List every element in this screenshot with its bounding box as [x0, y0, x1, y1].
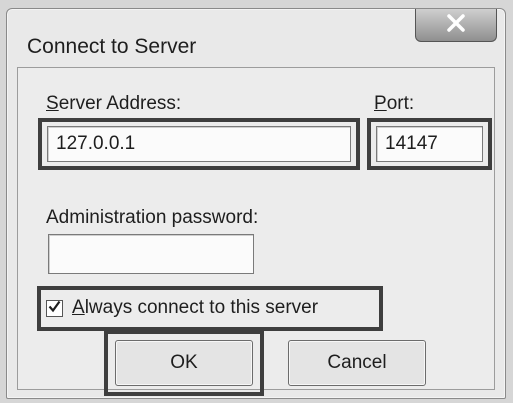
dialog-body: Server Address: 127.0.0.1 Port: 14147 Ad… [17, 67, 495, 396]
server-address-value: 127.0.0.1 [56, 133, 136, 154]
ok-button[interactable]: OK [115, 340, 253, 386]
port-label: Port: [374, 93, 415, 114]
checkmark-icon [48, 300, 61, 318]
server-address-label: Server Address: [46, 93, 182, 114]
server-address-input[interactable]: 127.0.0.1 [47, 126, 351, 162]
always-connect-checkbox[interactable] [46, 300, 63, 317]
close-icon [445, 13, 467, 37]
always-connect-label[interactable]: Always connect to this server [72, 297, 318, 319]
admin-password-input[interactable] [48, 234, 254, 274]
port-value: 14147 [385, 133, 438, 154]
admin-password-label: Administration password: [46, 207, 259, 228]
close-button[interactable] [415, 9, 497, 42]
cancel-button[interactable]: Cancel [288, 340, 426, 386]
title-bar: Connect to Server [7, 9, 505, 67]
dialog-title: Connect to Server [27, 35, 197, 58]
port-input[interactable]: 14147 [376, 126, 483, 162]
connect-dialog: Connect to Server Server Address: 127.0.… [6, 8, 506, 399]
